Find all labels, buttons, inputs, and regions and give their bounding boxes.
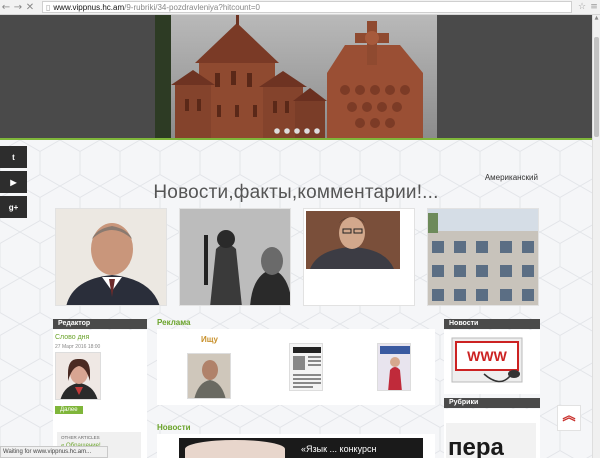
scroll-up-icon[interactable]: ▲: [593, 15, 600, 23]
news-banner[interactable]: «Язык ... конкурсн: [179, 438, 423, 458]
browser-menu-icon[interactable]: ≡: [588, 2, 600, 12]
church-image: [155, 15, 437, 138]
rubric-image[interactable]: пера: [444, 409, 540, 458]
portrait-photo: [56, 209, 166, 305]
photo-card-3[interactable]: [303, 208, 415, 306]
other-articles-label: OTHER ARTICLES: [61, 435, 100, 440]
poster-image: [378, 344, 410, 390]
svg-text:WWW: WWW: [467, 348, 507, 364]
right-news-header: Новости: [444, 319, 540, 329]
forward-icon[interactable]: →: [12, 1, 24, 14]
photo-card-2[interactable]: [179, 208, 291, 306]
photo-card-1[interactable]: [55, 208, 167, 306]
editor-panel: Слово дня 27 Март 2016 18:00 Далее OTHER…: [53, 330, 147, 458]
url-path: /9-rubriki/34-pozdravleniya?hitcount=0: [124, 2, 260, 12]
main-content: t ▶ g+ Американский Новости,факты,коммен…: [0, 140, 592, 458]
ad-thumb-1[interactable]: [187, 353, 231, 399]
ads-header: Реклама: [157, 318, 191, 327]
news-banner-text: «Язык ... конкурсн: [301, 444, 377, 454]
editor-thumbnail[interactable]: [55, 352, 101, 400]
soldier-photo: [180, 209, 290, 305]
more-button[interactable]: Далее: [55, 406, 83, 414]
news-header: Новости: [157, 423, 191, 432]
browser-toolbar: ← → ✕ ▯ www.vippnus.hc.am/9-rubriki/34-p…: [0, 0, 600, 15]
page-info-icon[interactable]: ▯: [46, 3, 50, 12]
bookmark-star-icon[interactable]: ☆: [576, 2, 588, 12]
page-title: Новости,факты,комментарии!...: [153, 182, 439, 203]
boy-photo: [188, 354, 230, 398]
rubrics-panel: пера: [444, 409, 540, 458]
double-chevron-up-icon: ︽: [562, 409, 576, 424]
language-selector[interactable]: Американский: [485, 173, 538, 182]
man-photo: [304, 209, 414, 305]
twitter-icon: t: [12, 152, 15, 162]
photo-card-4[interactable]: [427, 208, 539, 306]
back-to-top-button[interactable]: ︽: [557, 405, 581, 431]
right-news-panel: WWW: [444, 330, 540, 394]
rubrics-header: Рубрики: [444, 398, 540, 408]
article-date: 27 Март 2016 18:00: [55, 344, 101, 350]
browser-status: Waiting for www.vippnus.hc.am...: [0, 446, 108, 458]
newspaper-image: [290, 344, 322, 390]
header-slider: [155, 15, 437, 138]
page-scrollbar[interactable]: ▲: [592, 15, 600, 458]
ads-panel: Ищу: [157, 329, 435, 405]
building-photo: [428, 209, 538, 305]
address-bar[interactable]: ▯ www.vippnus.hc.am/9-rubriki/34-pozdrav…: [42, 1, 572, 13]
editor-header: Редактор: [53, 319, 147, 329]
word-of-day-link[interactable]: Слово дня: [55, 334, 89, 341]
twitter-button[interactable]: t: [0, 146, 27, 168]
back-icon[interactable]: ←: [0, 1, 12, 14]
www-image[interactable]: WWW: [444, 330, 540, 390]
looking-label: Ищу: [201, 335, 218, 344]
scroll-thumb[interactable]: [594, 37, 599, 137]
woman-photo: [56, 353, 100, 399]
url-host: www.vippnus.hc.am: [53, 2, 125, 12]
ad-thumb-3[interactable]: [377, 343, 411, 391]
ad-thumb-2[interactable]: [289, 343, 323, 391]
news-panel: «Язык ... конкурсн: [157, 434, 435, 458]
stop-icon[interactable]: ✕: [24, 1, 36, 14]
svg-text:пера: пера: [448, 434, 505, 458]
